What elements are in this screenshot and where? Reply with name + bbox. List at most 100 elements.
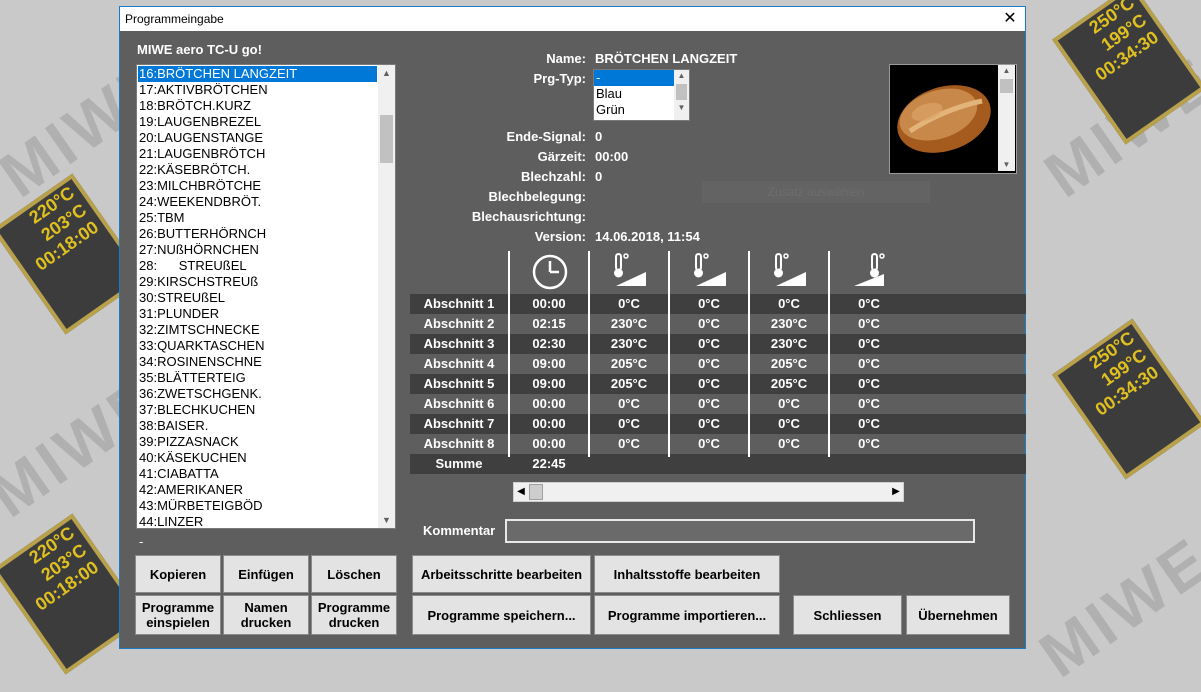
- program-list-item[interactable]: 41:CIABATTA: [138, 466, 377, 482]
- sum-value: 22:45: [532, 456, 566, 471]
- column-divider: [508, 251, 510, 457]
- scroll-up-icon[interactable]: ▲: [674, 70, 689, 82]
- temperature-cell: 205°C: [610, 356, 648, 371]
- program-list-item[interactable]: 44:LINZER: [138, 514, 377, 528]
- program-list-item[interactable]: 25:TBM: [138, 210, 377, 226]
- close-button[interactable]: Schliessen: [793, 595, 902, 635]
- scrollbar-thumb[interactable]: [676, 84, 687, 100]
- delete-button[interactable]: Löschen: [311, 555, 397, 593]
- table-row[interactable]: Abschnitt 1 00:00 0°C 0°C 0°C 0°C: [410, 294, 1026, 314]
- edit-steps-button[interactable]: Arbeitsschritte bearbeiten: [412, 555, 591, 593]
- scrollbar-thumb[interactable]: [380, 115, 393, 163]
- comment-label: Kommentar: [423, 523, 496, 538]
- edit-ingredients-button[interactable]: Inhaltsstoffe bearbeiten: [594, 555, 780, 593]
- image-scrollbar[interactable]: ▲ ▼: [998, 65, 1015, 171]
- table-row[interactable]: Abschnitt 7 00:00 0°C 0°C 0°C 0°C: [410, 414, 1026, 434]
- prg-type-option[interactable]: -: [594, 70, 674, 86]
- paste-button[interactable]: Einfügen: [223, 555, 309, 593]
- sum-row: Summe 22:45: [410, 454, 1026, 474]
- scroll-left-icon[interactable]: ◀: [514, 483, 528, 501]
- table-row[interactable]: Abschnitt 2 02:15 230°C 0°C 230°C 0°C: [410, 314, 1026, 334]
- save-programs-button[interactable]: Programme speichern...: [412, 595, 591, 635]
- program-input-window: Programmeingabe ✕ MIWE aero TC-U go! 16:…: [119, 6, 1026, 649]
- temperature-cell: 0°C: [858, 396, 880, 411]
- section-label: Abschnitt 5: [423, 376, 495, 391]
- program-list-item[interactable]: 34:ROSINENSCHNE: [138, 354, 377, 370]
- temperature-cell: 230°C: [770, 336, 808, 351]
- comment-input[interactable]: [505, 519, 975, 543]
- program-list-item[interactable]: 39:PIZZASNACK: [138, 434, 377, 450]
- program-list-item[interactable]: 20:LAUGENSTANGE: [138, 130, 377, 146]
- table-horizontal-scrollbar[interactable]: ◀ ▶: [513, 482, 904, 502]
- program-list-item[interactable]: 37:BLECHKUCHEN: [138, 402, 377, 418]
- prg-type-list[interactable]: - Blau Grün ▲ ▼: [593, 69, 690, 121]
- section-label: Abschnitt 4: [423, 356, 495, 371]
- scrollbar-thumb[interactable]: [529, 484, 543, 500]
- prg-type-option[interactable]: Grün: [594, 102, 674, 118]
- program-list-item[interactable]: 21:LAUGENBRÖTCH: [138, 146, 377, 162]
- table-row[interactable]: Abschnitt 4 09:00 205°C 0°C 205°C 0°C: [410, 354, 1026, 374]
- copy-button[interactable]: Kopieren: [135, 555, 221, 593]
- temperature-ramp-icon: [694, 253, 726, 286]
- scrollbar-thumb[interactable]: [1000, 79, 1013, 93]
- program-list-item[interactable]: 42:AMERIKANER: [138, 482, 377, 498]
- temperature-cell: 0°C: [698, 296, 720, 311]
- scroll-down-icon[interactable]: ▼: [998, 159, 1015, 171]
- table-row[interactable]: Abschnitt 8 00:00 0°C 0°C 0°C 0°C: [410, 434, 1026, 454]
- proof-time-label: Gärzeit:: [537, 149, 586, 164]
- name-value: BRÖTCHEN LANGZEIT: [595, 51, 738, 66]
- scroll-right-icon[interactable]: ▶: [889, 483, 903, 501]
- program-list-item[interactable]: 30:STREUßEL: [138, 290, 377, 306]
- select-extra-button[interactable]: Zusatz auswählen: [702, 181, 930, 203]
- program-list-item[interactable]: 43:MÜRBETEIGBÖD: [138, 498, 377, 514]
- apply-button[interactable]: Übernehmen: [906, 595, 1010, 635]
- scroll-down-icon[interactable]: ▼: [674, 102, 689, 114]
- program-list-item[interactable]: 22:KÄSEBRÖTCH.: [138, 162, 377, 178]
- time-cell: 00:00: [532, 416, 566, 431]
- program-list-item[interactable]: 18:BRÖTCH.KURZ: [138, 98, 377, 114]
- tray-alignment-label: Blechausrichtung:: [471, 209, 586, 224]
- program-list-item[interactable]: 16:BRÖTCHEN LANGZEIT: [138, 66, 377, 82]
- close-icon[interactable]: ✕: [995, 7, 1025, 31]
- tray-count-label: Blechzahl:: [520, 169, 586, 184]
- prg-type-scrollbar[interactable]: ▲ ▼: [674, 70, 689, 120]
- program-list-item[interactable]: 23:MILCHBRÖTCHE: [138, 178, 377, 194]
- program-list-item[interactable]: 26:BUTTERHÖRNCH: [138, 226, 377, 242]
- program-list-item[interactable]: 19:LAUGENBREZEL: [138, 114, 377, 130]
- program-list-item[interactable]: 27:NUßHÖRNCHEN: [138, 242, 377, 258]
- name-label: Name:: [546, 51, 586, 66]
- table-row[interactable]: Abschnitt 6 00:00 0°C 0°C 0°C 0°C: [410, 394, 1026, 414]
- program-list-item[interactable]: 33:QUARKTASCHEN: [138, 338, 377, 354]
- program-list-item[interactable]: 32:ZIMTSCHNECKE: [138, 322, 377, 338]
- time-cell: 00:00: [532, 396, 566, 411]
- program-list[interactable]: 16:BRÖTCHEN LANGZEIT 17:AKTIVBRÖTCHEN 18:B…: [136, 64, 396, 529]
- temperature-cell: 205°C: [610, 376, 648, 391]
- program-list-items: 16:BRÖTCHEN LANGZEIT 17:AKTIVBRÖTCHEN 18:B…: [138, 66, 377, 528]
- print-programs-button[interactable]: Programme drucken: [311, 595, 397, 635]
- program-list-item[interactable]: 40:KÄSEKUCHEN: [138, 450, 377, 466]
- program-list-item[interactable]: 28: STREUßEL: [138, 258, 377, 274]
- program-list-item[interactable]: 31:PLUNDER: [138, 306, 377, 322]
- program-list-item[interactable]: 35:BLÄTTERTEIG: [138, 370, 377, 386]
- load-programs-button[interactable]: Programme importieren...: [594, 595, 780, 635]
- oven-display-image: 250°C 199°C 00:34:30: [1052, 318, 1201, 480]
- temperature-cell: 0°C: [618, 416, 640, 431]
- program-list-item[interactable]: 29:KIRSCHSTREUß: [138, 274, 377, 290]
- program-list-item[interactable]: 36:ZWETSCHGENK.: [138, 386, 377, 402]
- proof-time-value: 00:00: [595, 149, 629, 164]
- table-row[interactable]: Abschnitt 3 02:30 230°C 0°C 230°C 0°C: [410, 334, 1026, 354]
- prg-type-option[interactable]: Blau: [594, 86, 674, 102]
- temperature-cell: 0°C: [858, 336, 880, 351]
- import-programs-button[interactable]: Programme einspielen: [135, 595, 221, 635]
- scroll-up-icon[interactable]: ▲: [378, 65, 395, 81]
- program-list-scrollbar[interactable]: ▲ ▼: [378, 65, 395, 528]
- print-names-button[interactable]: Namen drucken: [223, 595, 309, 635]
- scroll-up-icon[interactable]: ▲: [998, 65, 1015, 77]
- program-list-item[interactable]: 17:AKTIVBRÖTCHEN: [138, 82, 377, 98]
- program-list-item[interactable]: 38:BAISER.: [138, 418, 377, 434]
- temperature-cell: 0°C: [698, 436, 720, 451]
- program-list-item[interactable]: 24:WEEKENDBRÖT.: [138, 194, 377, 210]
- end-signal-label: Ende-Signal:: [506, 129, 586, 144]
- scroll-down-icon[interactable]: ▼: [378, 512, 395, 528]
- table-row[interactable]: Abschnitt 5 09:00 205°C 0°C 205°C 0°C: [410, 374, 1026, 394]
